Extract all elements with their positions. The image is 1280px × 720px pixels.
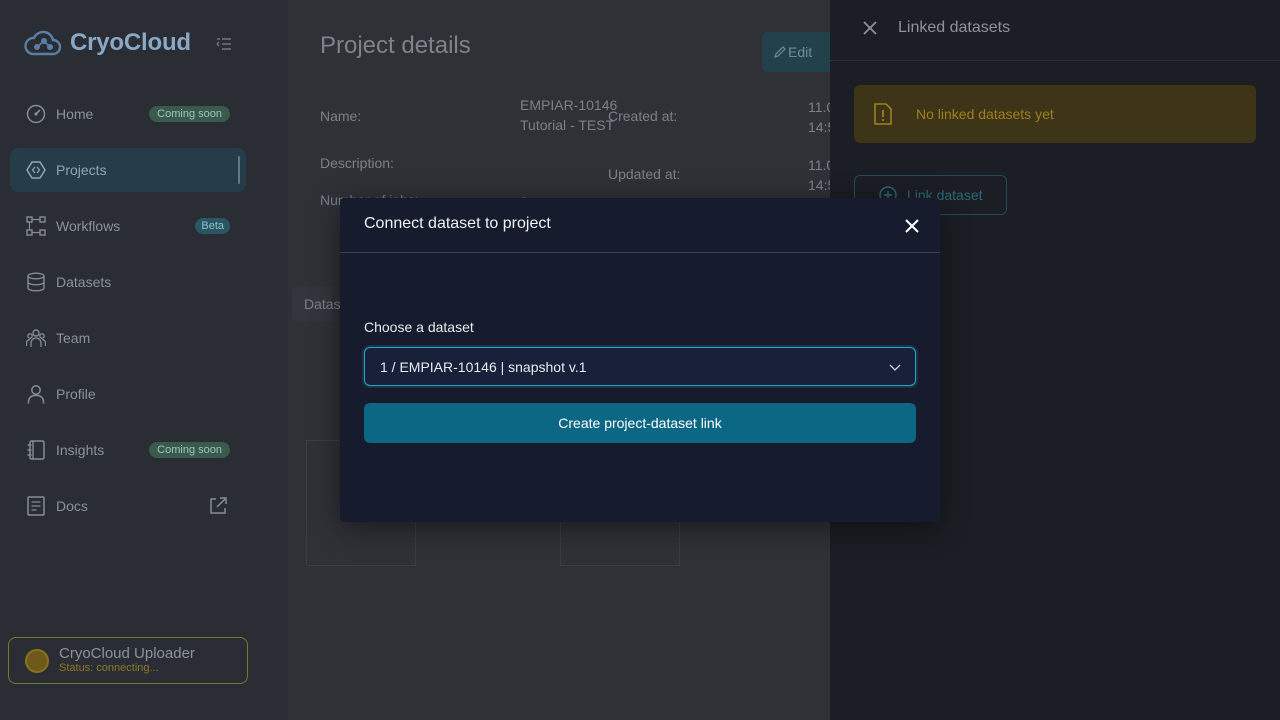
sidebar-item-label: Docs — [56, 498, 88, 514]
team-icon — [26, 328, 46, 348]
coming-soon-badge: Coming soon — [149, 106, 230, 122]
name-value-line2: Tutorial - TEST — [520, 117, 615, 133]
pencil-icon — [774, 46, 786, 58]
sidebar-item-label: Datasets — [56, 274, 112, 290]
app-logo[interactable]: CryoCloud — [24, 28, 191, 58]
sidebar-item-datasets[interactable]: Datasets — [10, 260, 246, 304]
uploader-title: CryoCloud Uploader — [59, 645, 195, 662]
name-value-line1: EMPIAR-10146 — [520, 97, 618, 113]
user-icon — [26, 384, 46, 404]
close-icon[interactable] — [862, 20, 878, 36]
dataset-select[interactable]: 1 / EMPIAR-10146 | snapshot v.1 — [364, 347, 916, 386]
sidebar-item-label: Home — [56, 106, 94, 122]
sidebar-item-insights[interactable]: Insights Coming soon — [10, 428, 246, 472]
drawer-title: Linked datasets — [898, 19, 1011, 36]
sync-icon — [25, 648, 49, 673]
beta-badge: Beta — [195, 218, 230, 234]
database-icon — [26, 272, 46, 292]
cloud-logo-icon — [24, 30, 62, 56]
sidebar-item-projects[interactable]: Projects — [10, 148, 246, 192]
coming-soon-badge: Coming soon — [149, 442, 230, 458]
sidebar-item-label: Workflows — [56, 218, 121, 234]
create-link-button-label: Create project-dataset link — [558, 415, 722, 431]
alert-text: No linked datasets yet — [916, 106, 1054, 122]
sidebar-item-home[interactable]: Home Coming soon — [10, 92, 246, 136]
page-title: Project details — [320, 32, 471, 59]
sidebar-item-docs[interactable]: Docs — [10, 484, 246, 528]
dataset-select-value: 1 / EMPIAR-10146 | snapshot v.1 — [380, 358, 587, 375]
sidebar-item-label: Team — [56, 330, 91, 346]
sidebar-item-team[interactable]: Team — [10, 316, 246, 360]
edit-button-label: Edit — [788, 44, 813, 60]
external-link-icon — [210, 497, 227, 514]
sidebar-item-label: Insights — [56, 442, 105, 458]
sidebar-item-profile[interactable]: Profile — [10, 372, 246, 416]
dataset-select-label: Choose a dataset — [364, 319, 474, 335]
sidebar-item-label: Projects — [56, 162, 107, 178]
name-label: Name: — [320, 108, 362, 124]
updated-label: Updated at: — [608, 166, 681, 182]
book-icon — [26, 496, 46, 516]
sidebar-item-workflows[interactable]: Workflows Beta — [10, 204, 246, 248]
hexagon-icon — [26, 160, 46, 180]
gauge-icon — [26, 104, 46, 124]
description-label: Description: — [320, 155, 394, 171]
warning-file-icon — [874, 103, 892, 125]
uploader-status-card[interactable]: CryoCloud Uploader Status: connecting... — [8, 637, 248, 684]
app-name: CryoCloud — [70, 29, 191, 56]
sidebar-item-label: Profile — [56, 386, 96, 402]
close-icon[interactable] — [905, 219, 919, 233]
created-label: Created at: — [608, 108, 678, 124]
main-nav: Home Coming soon Projects Workflows Beta… — [10, 92, 246, 540]
create-link-button[interactable]: Create project-dataset link — [364, 403, 916, 443]
connect-dataset-modal: Connect dataset to project Choose a data… — [340, 198, 940, 522]
modal-title: Connect dataset to project — [364, 215, 551, 232]
sidebar: CryoCloud Home Coming soon Projects Work… — [0, 0, 256, 720]
empty-state-alert: No linked datasets yet — [854, 85, 1256, 143]
uploader-status: Status: connecting... — [59, 662, 159, 674]
notebook-icon — [26, 440, 46, 460]
tab-datasets[interactable]: Datas — [292, 287, 341, 321]
workflow-icon — [26, 216, 46, 236]
drawer-divider — [830, 60, 1280, 61]
chevron-down-icon — [889, 364, 901, 371]
collapse-sidebar-icon[interactable] — [216, 37, 232, 51]
modal-divider — [340, 252, 940, 253]
